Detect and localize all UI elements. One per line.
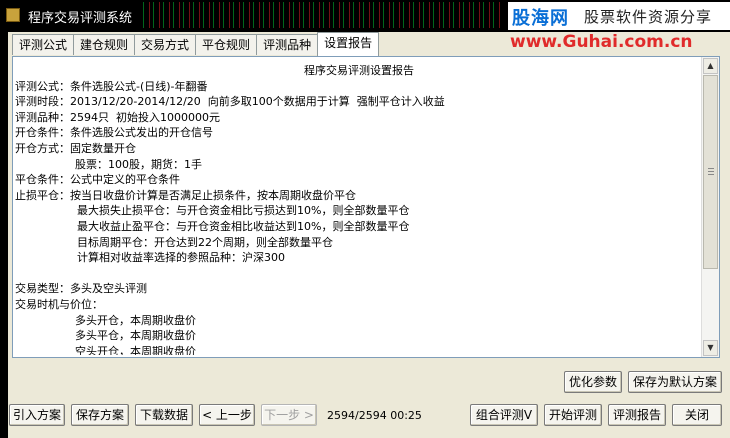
logo-text: 股海网 [512,8,569,29]
report-line: 平仓条件：公式中定义的平仓条件 [15,173,180,187]
tab-symbols[interactable]: 评测品种 [256,34,319,55]
combo-evaluation-button[interactable]: 组合评测V [470,404,538,426]
tab-strip: 评测公式 建仓规则 交易方式 平仓规则 评测品种 设置报告 [12,32,380,56]
report-line: 多头平仓，本周期收盘价 [75,329,196,343]
scroll-thumb[interactable] [703,75,718,269]
save-scheme-button[interactable]: 保存方案 [71,404,129,426]
report-line: 交易类型：多头及空头评测 [15,282,147,296]
report-line: 目标周期平仓：开仓达到22个周期，则全部数量平仓 [77,235,333,249]
evaluation-dialog: 评测公式 建仓规则 交易方式 平仓规则 评测品种 设置报告 程序交易评测设置报告… [8,32,730,438]
background-chart-strip [140,2,500,28]
report-line [15,266,703,282]
optimize-params-button[interactable]: 优化参数 [564,371,622,393]
watermark-url: www.Guhai.com.cn [510,32,693,52]
next-step-button[interactable]: 下一步 > [261,404,317,426]
report-line: 评测时段：2013/12/20-2014/12/20 向前多取100个数据用于计… [15,95,445,109]
tab-trade-mode[interactable]: 交易方式 [134,34,197,55]
report-panel: 程序交易评测设置报告 评测公式：条件选股公式-(日线)-年翻番 评测时段：201… [12,56,720,358]
prev-step-button[interactable]: < 上一步 [199,404,255,426]
report-line: 空头开仓，本周期收盘价 [75,344,196,355]
progress-status: 2594/2594 00:25 [327,409,422,422]
save-as-default-button[interactable]: 保存为默认方案 [628,371,722,393]
report-text[interactable]: 程序交易评测设置报告 评测公式：条件选股公式-(日线)-年翻番 评测时段：201… [15,63,703,355]
window-title: 程序交易评测系统 [28,11,133,26]
report-line: 评测品种：2594只 初始投入1000000元 [15,110,220,124]
watermark-logo: 股海网 股票软件资源分享 [508,2,730,30]
close-button[interactable]: 关闭 [672,404,722,426]
import-scheme-button[interactable]: 引入方案 [9,404,65,426]
tab-close-rules[interactable]: 平仓规则 [195,34,258,55]
scroll-up-arrow-icon[interactable]: ▲ [703,58,718,74]
report-title: 程序交易评测设置报告 [304,64,414,77]
report-line: 评测公式：条件选股公式-(日线)-年翻番 [15,79,208,93]
report-line: 计算相对收益率选择的参照品种：沪深300 [77,251,285,265]
report-line: 最大收益止盈平仓：与开仓资金相比收益达到10%，则全部数量平仓 [77,219,410,233]
report-line: 交易时机与价位： [15,297,103,311]
logo-tagline: 股票软件资源分享 [584,8,713,26]
start-evaluation-button[interactable]: 开始评测 [544,404,602,426]
tab-open-rules[interactable]: 建仓规则 [73,34,136,55]
download-data-button[interactable]: 下载数据 [135,404,193,426]
report-line: 股票：100股，期货：1手 [75,157,202,171]
report-line: 多头开仓，本周期收盘价 [75,313,196,327]
evaluation-report-button[interactable]: 评测报告 [608,404,666,426]
report-scrollbar[interactable]: ▲ ▼ [701,57,719,357]
tab-formula[interactable]: 评测公式 [12,34,75,55]
grip-icon [708,168,714,176]
report-line: 开仓条件：条件选股公式发出的开仓信号 [15,126,213,140]
app-icon [6,8,20,22]
report-line: 开仓方式：固定数量开仓 [15,141,136,155]
report-line: 止损平仓：按当日收盘价计算是否满足止损条件，按本周期收盘价平仓 [15,188,356,202]
scroll-down-arrow-icon[interactable]: ▼ [703,340,718,356]
report-line: 最大损失止损平仓：与开仓资金相比亏损达到10%，则全部数量平仓 [77,204,410,218]
tab-settings-report[interactable]: 设置报告 [317,32,380,56]
